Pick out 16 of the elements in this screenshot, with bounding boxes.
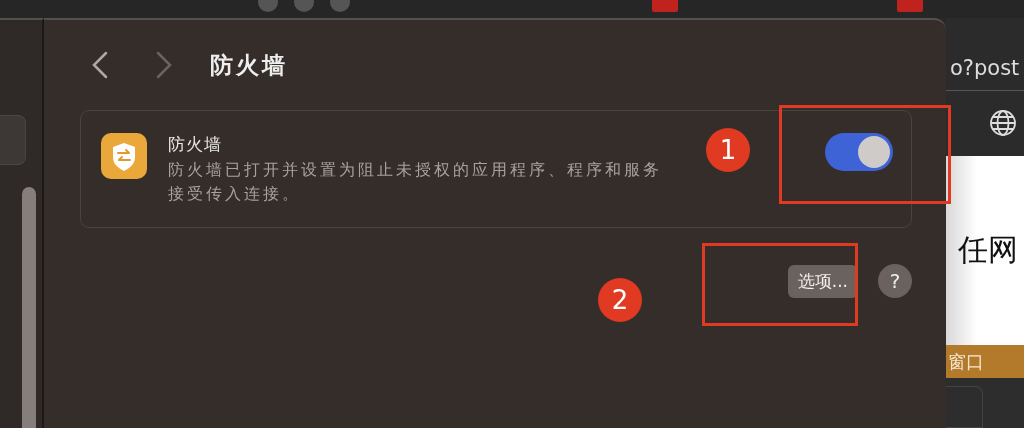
- shield-icon: [101, 133, 147, 179]
- page-heading: 任网: [958, 231, 1018, 270]
- scrollbar[interactable]: [22, 187, 36, 428]
- setting-description: 防火墙已打开并设置为阻止未授权的应用程序、程序和服务接受传入连接。: [168, 159, 663, 205]
- toggle-switch[interactable]: [825, 133, 893, 171]
- globe-icon[interactable]: [988, 108, 1018, 139]
- address-text[interactable]: o?post: [950, 55, 1020, 80]
- banner-text: 窗口: [948, 349, 984, 374]
- setting-title: 防火墙: [168, 133, 223, 156]
- help-button[interactable]: ?: [878, 264, 912, 298]
- page-title: 防火墙: [210, 50, 288, 80]
- tab-button[interactable]: [946, 386, 983, 428]
- options-button[interactable]: 选项...: [787, 264, 858, 298]
- forward-icon[interactable]: [154, 50, 174, 80]
- back-icon[interactable]: [90, 50, 110, 80]
- sidebar-item[interactable]: [0, 115, 26, 165]
